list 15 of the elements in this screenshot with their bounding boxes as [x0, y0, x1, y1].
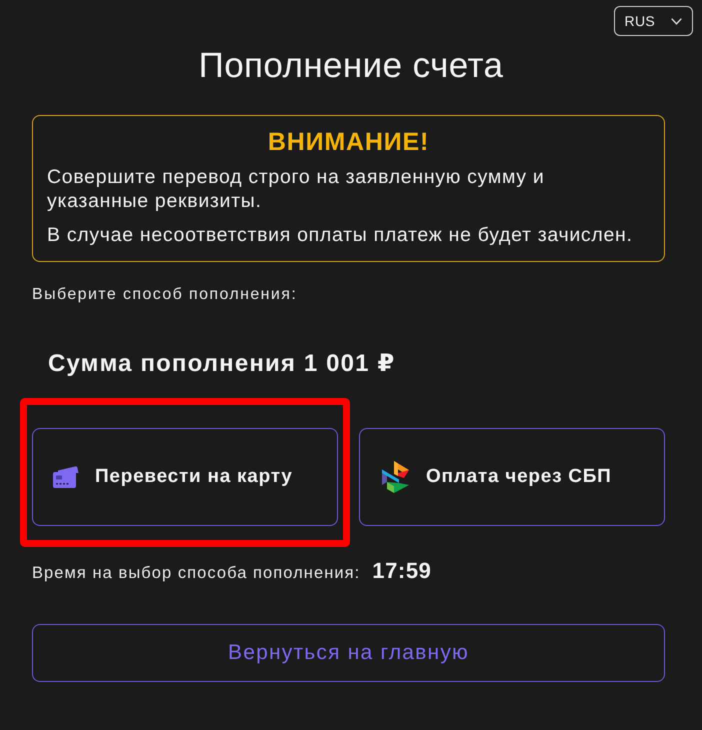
warning-heading: ВНИМАНИЕ!: [266, 128, 430, 156]
payment-method-button[interactable]: Перевести на карту: [32, 428, 338, 526]
back-home-button[interactable]: Вернуться на главную: [32, 624, 665, 682]
timer-label: Время на выбор способа пополнения:: [32, 564, 360, 583]
warning-text: Совершите перевод строго на заявленную сумму и указанные реквизиты.: [47, 165, 546, 213]
timer-value: 17:59: [372, 558, 432, 584]
chevron-down-icon: [671, 18, 682, 24]
sbp-logo-icon: [382, 461, 410, 493]
page-title: Пополнение счета: [198, 46, 504, 86]
payment-method-button[interactable]: Оплата через СБП: [359, 428, 665, 526]
credit-card-icon: [53, 466, 79, 488]
amount-heading: Сумма пополнения 1 001 ₽: [47, 349, 396, 379]
method-prompt: Выберите способ пополнения:: [32, 285, 298, 305]
warning-text: В случае несоответствия оплаты платеж не будет зачислен.: [47, 223, 634, 247]
language-select[interactable]: RUS: [614, 6, 693, 36]
